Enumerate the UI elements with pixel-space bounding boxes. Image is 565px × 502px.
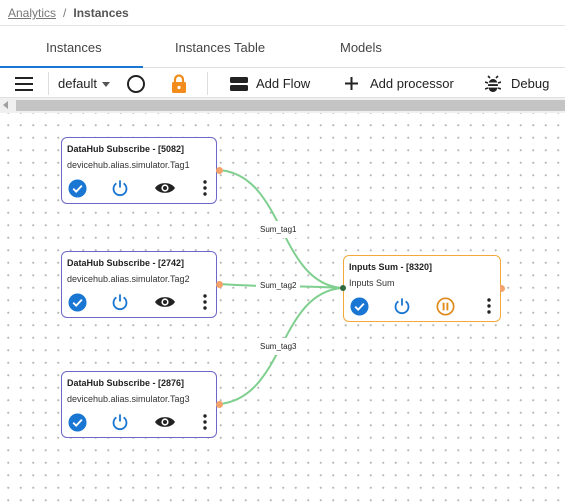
check-circle-icon [349,296,369,316]
enabled-check-button[interactable] [349,296,369,316]
more-options-button[interactable] [197,412,213,432]
eye-icon [155,297,175,307]
edge-label[interactable]: Sum_tag1 [256,221,301,238]
plus-icon [345,77,358,90]
more-vertical-icon [203,294,207,310]
power-icon [112,294,128,311]
power-button[interactable] [110,292,130,312]
enabled-check-button[interactable] [67,292,87,312]
power-button[interactable] [110,178,130,198]
more-vertical-icon [487,298,491,314]
node-title: DataHub Subscribe - [5082] [67,144,185,154]
flow-icon [230,76,248,91]
output-port[interactable] [216,281,223,288]
power-icon [394,298,410,315]
edge-label[interactable]: Sum_tag2 [256,277,301,294]
lock-button[interactable] [171,69,187,98]
tab-instances[interactable]: Instances [46,40,102,55]
view-button[interactable] [153,292,177,312]
check-circle-icon [67,292,87,312]
horizontal-scrollbar[interactable] [0,98,565,113]
tab-bar: Instances Instances Table Models [0,27,565,68]
node-subtitle: devicehub.alias.simulator.Tag1 [67,160,190,170]
flow-node[interactable]: DataHub Subscribe - [2742] devicehub.ali… [61,251,223,318]
add-flow-label: Add Flow [256,76,311,91]
lock-icon [172,73,186,93]
debug-label: Debug [511,76,550,91]
view-button[interactable] [153,412,177,432]
breadcrumb: Analytics / Instances [0,0,565,26]
node-subtitle: devicehub.alias.simulator.Tag2 [67,274,190,284]
pause-button[interactable] [435,296,455,316]
bug-icon [485,74,501,92]
menu-button[interactable] [15,69,33,98]
check-circle-icon [67,178,87,198]
power-button[interactable] [110,412,130,432]
view-button[interactable] [153,178,177,198]
more-options-button[interactable] [197,292,213,312]
power-icon [112,180,128,197]
breadcrumb-current: Instances [73,6,129,20]
flow-node[interactable]: DataHub Subscribe - [5082] devicehub.ali… [61,137,223,204]
flow-select-value: default [58,76,98,91]
eye-icon [155,183,175,193]
check-circle-icon [67,412,87,432]
toolbar-divider [207,72,208,95]
chevron-down-icon [102,82,111,87]
toolbar-divider [48,72,49,95]
status-toggle-button[interactable] [126,69,146,98]
tab-instances-table[interactable]: Instances Table [175,40,265,55]
output-port[interactable] [216,401,223,408]
node-title: DataHub Subscribe - [2742] [67,258,185,268]
more-options-button[interactable] [197,178,213,198]
input-port[interactable] [340,285,346,291]
node-subtitle: devicehub.alias.simulator.Tag3 [67,394,190,404]
node-title: Inputs Sum - [8320] [349,262,433,272]
circle-outline-icon [127,74,145,93]
eye-icon [155,417,175,427]
enabled-check-button[interactable] [67,178,87,198]
scroll-left-icon[interactable] [3,101,8,109]
more-options-button[interactable] [481,296,497,316]
scrollbar-thumb[interactable] [16,100,565,111]
enabled-check-button[interactable] [67,412,87,432]
node-title: DataHub Subscribe - [2876] [67,378,185,388]
hamburger-menu-icon [15,76,33,91]
active-tab-indicator [0,66,143,68]
power-button[interactable] [392,296,412,316]
debug-button[interactable]: Debug [485,69,549,98]
add-flow-button[interactable]: Add Flow [230,69,310,98]
flow-node[interactable]: DataHub Subscribe - [2876] devicehub.ali… [61,371,223,438]
processor-node[interactable]: Inputs Sum - [8320] Inputs Sum [340,255,505,322]
flow-select[interactable]: default [58,69,111,98]
more-vertical-icon [203,180,207,196]
flow-canvas[interactable]: Sum_tag1 Sum_tag2 Sum_tag3 DataHub Subsc… [0,113,565,502]
node-subtitle: Inputs Sum [349,278,395,288]
breadcrumb-separator: / [63,6,67,20]
breadcrumb-analytics-link[interactable]: Analytics [8,6,56,20]
edge-label[interactable]: Sum_tag3 [256,338,301,355]
toolbar: default Add Flow Add processor Debug [0,69,565,98]
output-port[interactable] [216,167,223,174]
more-vertical-icon [203,414,207,430]
add-processor-label: Add processor [370,76,454,91]
add-processor-button[interactable]: Add processor [345,69,454,98]
pause-circle-icon [435,296,455,316]
power-icon [112,414,128,431]
tab-models[interactable]: Models [340,40,382,55]
